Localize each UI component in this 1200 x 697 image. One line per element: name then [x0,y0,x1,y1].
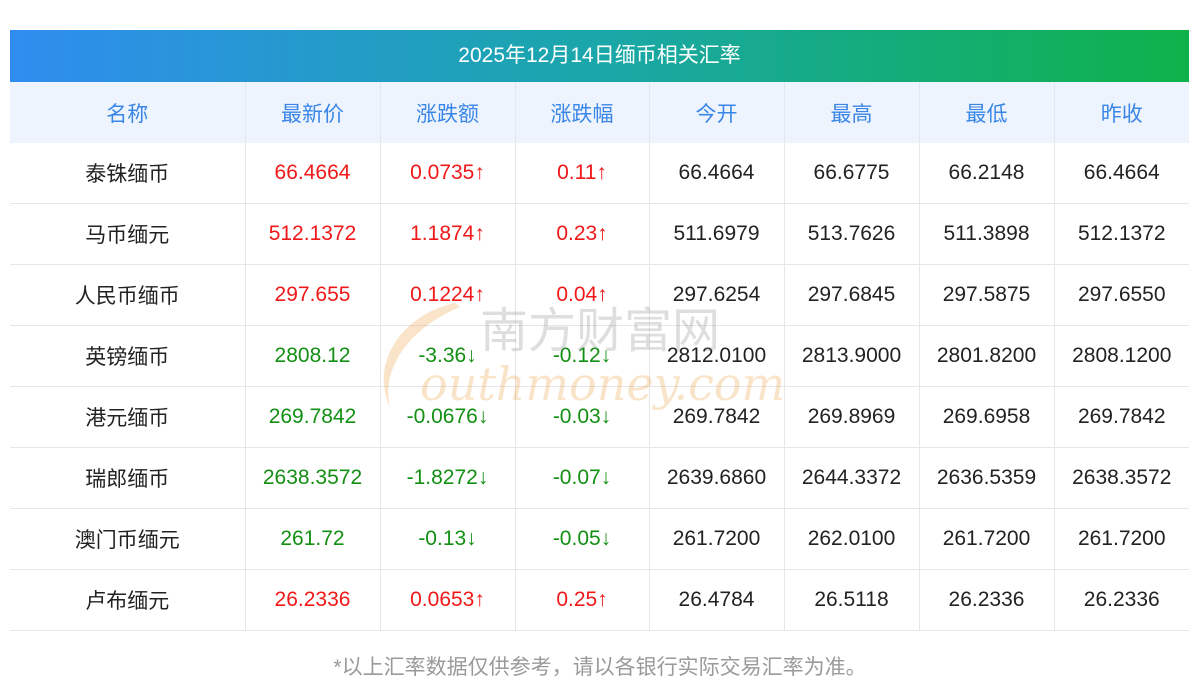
pair-name-cell: 卢布缅元 [10,569,246,631]
high-price-cell: 26.5118 [784,569,920,631]
rate-table: 名称 最新价 涨跌额 涨跌幅 今开 最高 最低 昨收 泰铢缅币 66.4664 0.… [10,82,1189,631]
high-price-cell: 297.6845 [784,264,920,326]
prev-close-cell: 26.2336 [1054,569,1189,631]
col-header-open: 今开 [649,82,785,143]
change-percent-cell: -0.12↓ [515,325,650,387]
pair-name-cell: 人民币缅币 [10,264,246,326]
change-amount-cell: -0.13↓ [380,508,516,570]
pair-name-cell: 马币缅元 [10,203,246,265]
open-price-cell: 297.6254 [649,264,785,326]
change-amount-cell: 0.1224↑ [380,264,516,326]
high-price-cell: 2644.3372 [784,447,920,509]
high-price-cell: 2813.9000 [784,325,920,387]
low-price-cell: 511.3898 [919,203,1055,265]
latest-price-cell: 2638.3572 [245,447,381,509]
change-amount-cell: 1.1874↑ [380,203,516,265]
change-percent-cell: 0.04↑ [515,264,650,326]
open-price-cell: 66.4664 [649,143,785,204]
high-price-cell: 269.8969 [784,386,920,448]
open-price-cell: 269.7842 [649,386,785,448]
open-price-cell: 26.4784 [649,569,785,631]
latest-price-cell: 269.7842 [245,386,381,448]
low-price-cell: 2801.8200 [919,325,1055,387]
table-row: 泰铢缅币 66.4664 0.0735↑ 0.11↑ 66.4664 66.6775 66.… [10,143,1189,204]
latest-price-cell: 26.2336 [245,569,381,631]
table-row: 马币缅元 512.1372 1.1874↑ 0.23↑ 511.6979 513.7626… [10,203,1189,265]
table-row: 瑞郎缅币 2638.3572 -1.8272↓ -0.07↓ 2639.6860 2644… [10,447,1189,509]
pair-name-cell: 英镑缅币 [10,325,246,387]
high-price-cell: 513.7626 [784,203,920,265]
col-header-latest: 最新价 [245,82,381,143]
change-percent-cell: -0.05↓ [515,508,650,570]
table-row: 卢布缅元 26.2336 0.0653↑ 0.25↑ 26.4784 26.5118 26.… [10,569,1189,631]
change-amount-cell: -3.36↓ [380,325,516,387]
table-title: 2025年12月14日缅币相关汇率 [10,30,1189,82]
table-row: 澳门币缅元 261.72 -0.13↓ -0.05↓ 261.7200 262.0100 2… [10,508,1189,570]
latest-price-cell: 2808.12 [245,325,381,387]
prev-close-cell: 2638.3572 [1054,447,1189,509]
prev-close-cell: 297.6550 [1054,264,1189,326]
table-row: 英镑缅币 2808.12 -3.36↓ -0.12↓ 2812.0100 2813.900… [10,325,1189,387]
high-price-cell: 262.0100 [784,508,920,570]
table-row: 港元缅币 269.7842 -0.0676↓ -0.03↓ 269.7842 269.89… [10,386,1189,448]
latest-price-cell: 261.72 [245,508,381,570]
change-percent-cell: -0.07↓ [515,447,650,509]
change-amount-cell: -1.8272↓ [380,447,516,509]
rate-panel: 2025年12月14日缅币相关汇率 名称 最新价 涨跌额 涨跌幅 今开 最高 最… [10,30,1189,631]
change-amount-cell: 0.0653↑ [380,569,516,631]
change-amount-cell: -0.0676↓ [380,386,516,448]
prev-close-cell: 66.4664 [1054,143,1189,204]
col-header-high: 最高 [784,82,920,143]
open-price-cell: 511.6979 [649,203,785,265]
pair-name-cell: 港元缅币 [10,386,246,448]
change-percent-cell: 0.23↑ [515,203,650,265]
col-header-change-pct: 涨跌幅 [515,82,650,143]
prev-close-cell: 261.7200 [1054,508,1189,570]
disclaimer-footnote: *以上汇率数据仅供参考，请以各银行实际交易汇率为准。 [333,656,867,679]
header-row: 名称 最新价 涨跌额 涨跌幅 今开 最高 最低 昨收 [10,82,1189,143]
change-percent-cell: -0.03↓ [515,386,650,448]
open-price-cell: 2812.0100 [649,325,785,387]
open-price-cell: 2639.6860 [649,447,785,509]
pair-name-cell: 澳门币缅元 [10,508,246,570]
low-price-cell: 26.2336 [919,569,1055,631]
low-price-cell: 66.2148 [919,143,1055,204]
col-header-prev-close: 昨收 [1054,82,1189,143]
change-amount-cell: 0.0735↑ [380,143,516,204]
change-percent-cell: 0.25↑ [515,569,650,631]
latest-price-cell: 297.655 [245,264,381,326]
low-price-cell: 261.7200 [919,508,1055,570]
latest-price-cell: 512.1372 [245,203,381,265]
prev-close-cell: 512.1372 [1054,203,1189,265]
high-price-cell: 66.6775 [784,143,920,204]
open-price-cell: 261.7200 [649,508,785,570]
pair-name-cell: 泰铢缅币 [10,143,246,204]
prev-close-cell: 2808.1200 [1054,325,1189,387]
col-header-change: 涨跌额 [380,82,516,143]
change-percent-cell: 0.11↑ [515,143,650,204]
latest-price-cell: 66.4664 [245,143,381,204]
low-price-cell: 297.5875 [919,264,1055,326]
table-row: 人民币缅币 297.655 0.1224↑ 0.04↑ 297.6254 297.6845… [10,264,1189,326]
low-price-cell: 2636.5359 [919,447,1055,509]
col-header-low: 最低 [919,82,1055,143]
prev-close-cell: 269.7842 [1054,386,1189,448]
low-price-cell: 269.6958 [919,386,1055,448]
col-header-name: 名称 [10,82,246,143]
pair-name-cell: 瑞郎缅币 [10,447,246,509]
